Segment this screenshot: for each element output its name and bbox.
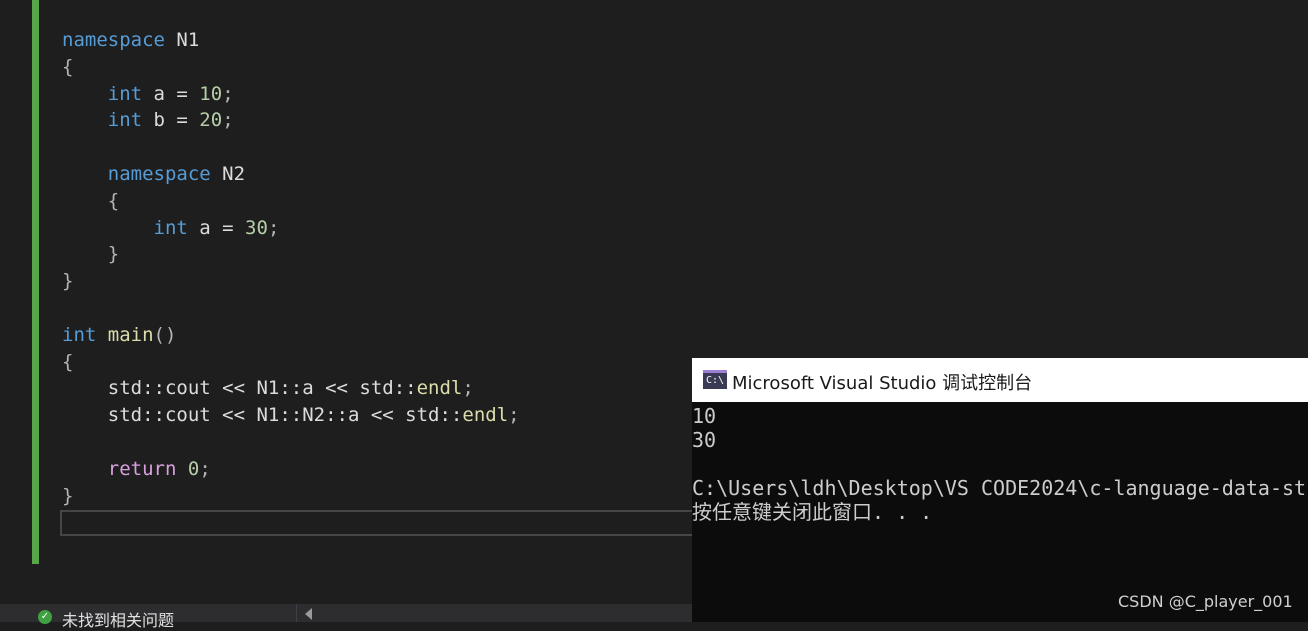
code-line[interactable]: int a = 30; <box>62 215 520 242</box>
console-line: 30 <box>692 428 717 452</box>
console-titlebar[interactable]: C:\ Microsoft Visual Studio 调试控制台 <box>692 358 1308 402</box>
code-line[interactable]: } <box>62 241 520 268</box>
code-token: b = <box>142 109 200 132</box>
code-line[interactable]: { <box>62 349 520 376</box>
code-token: 0 <box>187 457 200 480</box>
code-line[interactable]: } <box>62 483 520 510</box>
code-token: ; <box>199 457 211 480</box>
current-line-highlight <box>60 510 700 536</box>
code-token: { <box>62 189 120 212</box>
code-token: { <box>62 350 74 373</box>
code-line[interactable]: int b = 20; <box>62 107 520 134</box>
code-line[interactable] <box>62 295 520 322</box>
code-token: int <box>62 323 97 346</box>
code-token: ; <box>267 216 280 239</box>
code-token: ; <box>508 404 520 427</box>
console-line: 10 <box>692 404 717 428</box>
console-app-icon: C:\ <box>703 370 727 389</box>
code-line[interactable]: int a = 10; <box>62 81 520 108</box>
code-token: a = <box>142 82 200 105</box>
code-token: ; <box>222 109 234 132</box>
code-token: int <box>107 82 143 105</box>
issues-status[interactable]: 未找到相关问题 <box>62 607 174 631</box>
watermark: CSDN @C_player_001 <box>1118 592 1293 611</box>
code-token: std::cout << N1::a << std:: <box>62 377 417 400</box>
code-token: std::cout << N1::N2::a << std:: <box>62 404 463 427</box>
code-token: 30 <box>245 216 268 239</box>
debug-console-window[interactable]: C:\ Microsoft Visual Studio 调试控制台 10 30 C… <box>692 358 1308 622</box>
code-token: } <box>62 243 120 266</box>
code-line[interactable]: int main() <box>62 322 520 349</box>
code-line[interactable] <box>62 134 520 161</box>
code-line[interactable]: namespace N2 <box>62 161 520 188</box>
code-token: N1 <box>164 29 200 51</box>
console-line: C:\Users\ldh\Desktop\VS CODE2024\c-langu… <box>692 476 1308 500</box>
code-token: main <box>107 323 154 346</box>
code-line[interactable]: { <box>62 188 520 215</box>
code-line[interactable]: return 0; <box>62 456 520 483</box>
code-token: int <box>153 216 188 239</box>
code-token: namespace <box>107 162 211 185</box>
code-line[interactable]: { <box>62 54 520 81</box>
code-token: a = <box>187 216 246 239</box>
console-title: Microsoft Visual Studio 调试控制台 <box>732 373 1033 394</box>
console-output: 10 30 C:\Users\ldh\Desktop\VS CODE2024\c-… <box>692 404 1308 622</box>
code-line[interactable]: namespace N1 <box>62 27 520 54</box>
code-token: () <box>153 323 177 346</box>
code-token: 10 <box>199 82 223 105</box>
code-token: 20 <box>199 109 223 132</box>
code-token: { <box>62 55 74 78</box>
code-line[interactable] <box>62 429 520 456</box>
code-line[interactable]: std::cout << N1::a << std::endl; <box>62 375 520 402</box>
code-token: endl <box>416 377 463 400</box>
code-token: N2 <box>210 162 246 185</box>
code-token: } <box>62 270 74 293</box>
console-line: 按任意键关闭此窗口. . . <box>692 500 933 524</box>
code-line[interactable]: std::cout << N1::N2::a << std::endl; <box>62 402 520 429</box>
code-token: int <box>107 109 143 132</box>
scroll-left-arrow-icon[interactable] <box>305 608 312 620</box>
status-divider <box>296 604 297 622</box>
change-tracking-bar <box>32 0 39 564</box>
code-token: ; <box>222 82 234 105</box>
code-token: } <box>62 484 74 507</box>
code-line[interactable]: } <box>62 268 520 295</box>
code-token: endl <box>462 404 509 427</box>
code-text[interactable]: namespace N1{ int a = 10; int b = 20; na… <box>62 27 520 509</box>
code-token: ; <box>462 377 474 400</box>
code-token: return <box>107 457 177 480</box>
code-token: namespace <box>62 29 165 51</box>
